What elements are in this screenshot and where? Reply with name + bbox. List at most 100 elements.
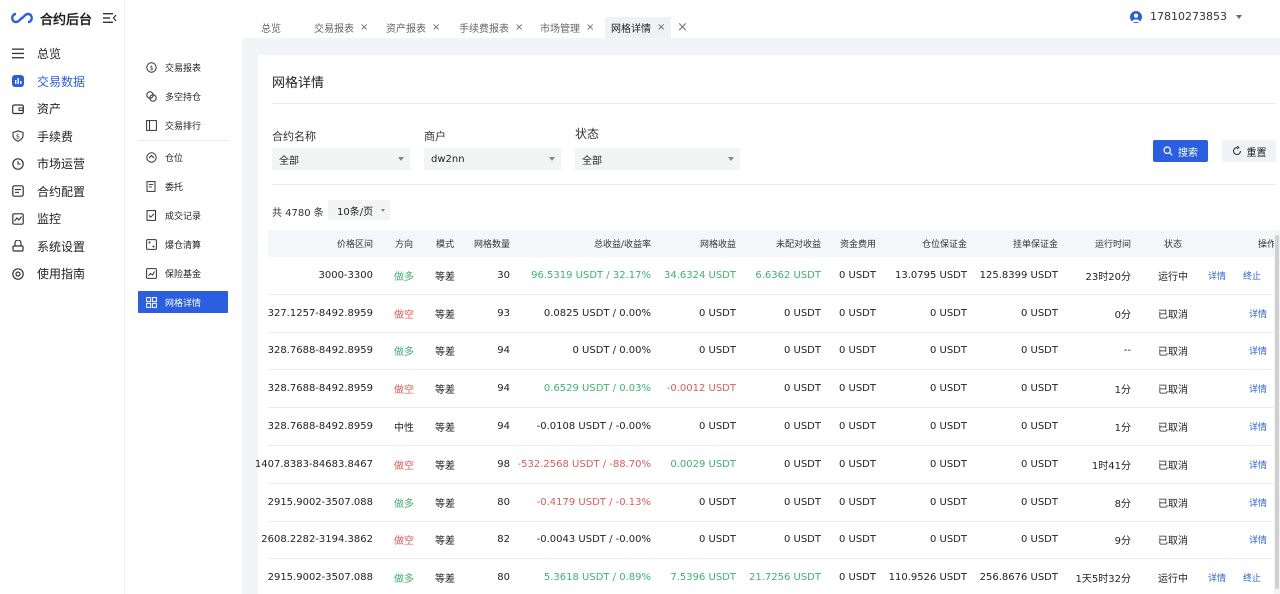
cell-funding: 0 USDT (838, 421, 876, 433)
cell-grids: 80 (497, 496, 510, 508)
subnav-item-0[interactable]: $ 交易报表 (138, 56, 228, 78)
detail-link[interactable]: 详情 (1208, 559, 1226, 594)
reset-button[interactable]: 重置 (1222, 140, 1276, 162)
tab-1[interactable]: 交易报表 × (308, 17, 374, 38)
cell-total: -0.4179 USDT / -0.13% (536, 496, 651, 508)
status-select[interactable]: 全部 (575, 148, 740, 170)
column-header-status: 状态 (1163, 240, 1182, 250)
subnav-item-6[interactable]: 爆仓清算 (138, 233, 228, 255)
detail-link[interactable]: 详情 (1249, 446, 1267, 483)
close-icon[interactable]: × (657, 22, 665, 33)
tab-3[interactable]: 手续费报表 × (453, 17, 529, 38)
close-icon[interactable]: × (432, 22, 440, 33)
sidebar-item-3[interactable]: $ 手续费 (0, 123, 124, 151)
tab-4[interactable]: 市场管理 × (534, 17, 600, 38)
tab-0[interactable]: 总览 (255, 17, 287, 38)
cell-unpaired: 0 USDT (783, 307, 821, 319)
page-size-value: 10条/页 (337, 206, 374, 218)
search-button-label: 搜索 (1178, 147, 1198, 159)
subnav-item-5[interactable]: 成交记录 (138, 204, 228, 226)
sidebar-item-8[interactable]: 使用指南 (0, 260, 124, 288)
sidebar-item-0[interactable]: 总览 (0, 40, 124, 68)
cell-funding: 0 USDT (838, 572, 876, 584)
sidebar-item-5[interactable]: 合约配置 (0, 178, 124, 206)
menu-toggle-icon[interactable] (103, 12, 117, 24)
subnav-item-2[interactable]: 交易排行 (138, 114, 228, 136)
merchant-select[interactable]: dw2nn (424, 148, 561, 170)
table-row: 2608.2282-3194.3862 做空 等差 82 -0.0043 USDT / … (261, 522, 1276, 560)
sidebar-item-1[interactable]: 交易数据 (0, 68, 124, 96)
cell-range: 327.1257-8492.8959 (267, 307, 373, 319)
cell-total: 0 USDT / 0.00% (572, 345, 651, 357)
sidebar-item-2[interactable]: 资产 (0, 95, 124, 123)
detail-link[interactable]: 详情 (1249, 484, 1267, 521)
detail-link[interactable]: 详情 (1249, 295, 1267, 332)
cell-funding: 0 USDT (838, 345, 876, 357)
stop-link[interactable]: 终止 (1243, 559, 1261, 594)
cell-status: 运行中 (1158, 574, 1188, 586)
table-row: 328.7688-8492.8959 做多 等差 94 0 USDT / 0.00% 0 … (268, 333, 1276, 371)
content-panel: 网格详情 合约名称 全部 商户 dw2nn 状态 全部 搜索 重置 共 4780… (255, 55, 1280, 594)
subnav-item-label: 成交记录 (165, 211, 202, 222)
detail-link[interactable]: 详情 (1249, 522, 1267, 559)
panel-icon (146, 119, 157, 131)
cell-grid_profit: 0.0029 USDT (670, 458, 736, 470)
cell-runtime: 9分 (1114, 536, 1131, 548)
detail-link[interactable]: 详情 (1249, 333, 1267, 370)
cell-margin: 0 USDT (929, 307, 967, 319)
page-title: 网格详情 (272, 76, 325, 91)
page-size-select[interactable]: 10条/页 (328, 200, 390, 220)
cell-grids: 98 (497, 458, 510, 470)
cell-grid_profit: 0 USDT (698, 421, 736, 433)
cell-order_margin: 0 USDT (1020, 383, 1058, 395)
cell-grid_profit: 7.5396 USDT (670, 572, 736, 584)
tab-2[interactable]: 资产报表 × (380, 17, 446, 38)
cell-order_margin: 125.8399 USDT (979, 269, 1058, 281)
cell-margin: 0 USDT (929, 345, 967, 357)
sidebar-item-7[interactable]: 系统设置 (0, 233, 124, 261)
close-icon[interactable]: × (360, 22, 368, 33)
cell-grid_profit: 0 USDT (698, 496, 736, 508)
cell-status: 运行中 (1158, 271, 1188, 283)
subnav-item-label: 委托 (165, 182, 184, 193)
contract-filter-label: 合约名称 (272, 130, 316, 143)
search-button[interactable]: 搜索 (1153, 140, 1208, 162)
cell-mode: 等差 (435, 423, 455, 435)
tab-label: 网格详情 (611, 24, 651, 35)
close-icon[interactable]: × (586, 22, 594, 33)
user-menu[interactable]: 17810273853 (1130, 10, 1242, 23)
subnav-item-8[interactable]: 网格详情 (138, 291, 228, 313)
contract-select[interactable]: 全部 (272, 148, 410, 170)
detail-link[interactable]: 详情 (1208, 257, 1226, 294)
scrollbar-thumb[interactable] (1275, 235, 1279, 589)
sidebar-item-6[interactable]: 监控 (0, 205, 124, 233)
cell-grid_profit: 0 USDT (698, 345, 736, 357)
close-icon[interactable]: × (515, 22, 523, 33)
sidebar-item-4[interactable]: 市场运营 (0, 150, 124, 178)
detail-link[interactable]: 详情 (1249, 370, 1267, 407)
cell-status: 已取消 (1158, 423, 1188, 435)
subnav-item-label: 仓位 (165, 153, 184, 164)
chevron-down-icon (1236, 14, 1242, 19)
wallet-icon (11, 102, 24, 115)
subnav-item-7[interactable]: 保险基金 (138, 262, 228, 284)
detail-link[interactable]: 详情 (1249, 408, 1267, 445)
stop-link[interactable]: 终止 (1243, 257, 1261, 294)
list-icon (11, 47, 24, 60)
cell-runtime: 1天5时32分 (1075, 574, 1131, 586)
cell-margin: 13.0795 USDT (894, 269, 967, 281)
cell-margin: 0 USDT (929, 421, 967, 433)
cell-order_margin: 256.8676 USDT (979, 572, 1058, 584)
cell-funding: 0 USDT (838, 307, 876, 319)
subnav-item-3[interactable]: 仓位 (138, 146, 228, 168)
cell-runtime: 1时41分 (1091, 460, 1131, 472)
close-all-tabs-icon[interactable]: × (677, 20, 688, 35)
subnav-item-4[interactable]: 委托 (138, 175, 228, 197)
user-phone: 17810273853 (1150, 10, 1227, 23)
subnav-item-1[interactable]: 多空持仓 (138, 85, 228, 107)
tab-5[interactable]: 网格详情 × (605, 17, 672, 38)
cell-mode: 等差 (435, 536, 455, 548)
cell-funding: 0 USDT (838, 383, 876, 395)
tab-label: 市场管理 (540, 24, 580, 35)
cell-range: 2608.2282-3194.3862 (261, 534, 373, 546)
